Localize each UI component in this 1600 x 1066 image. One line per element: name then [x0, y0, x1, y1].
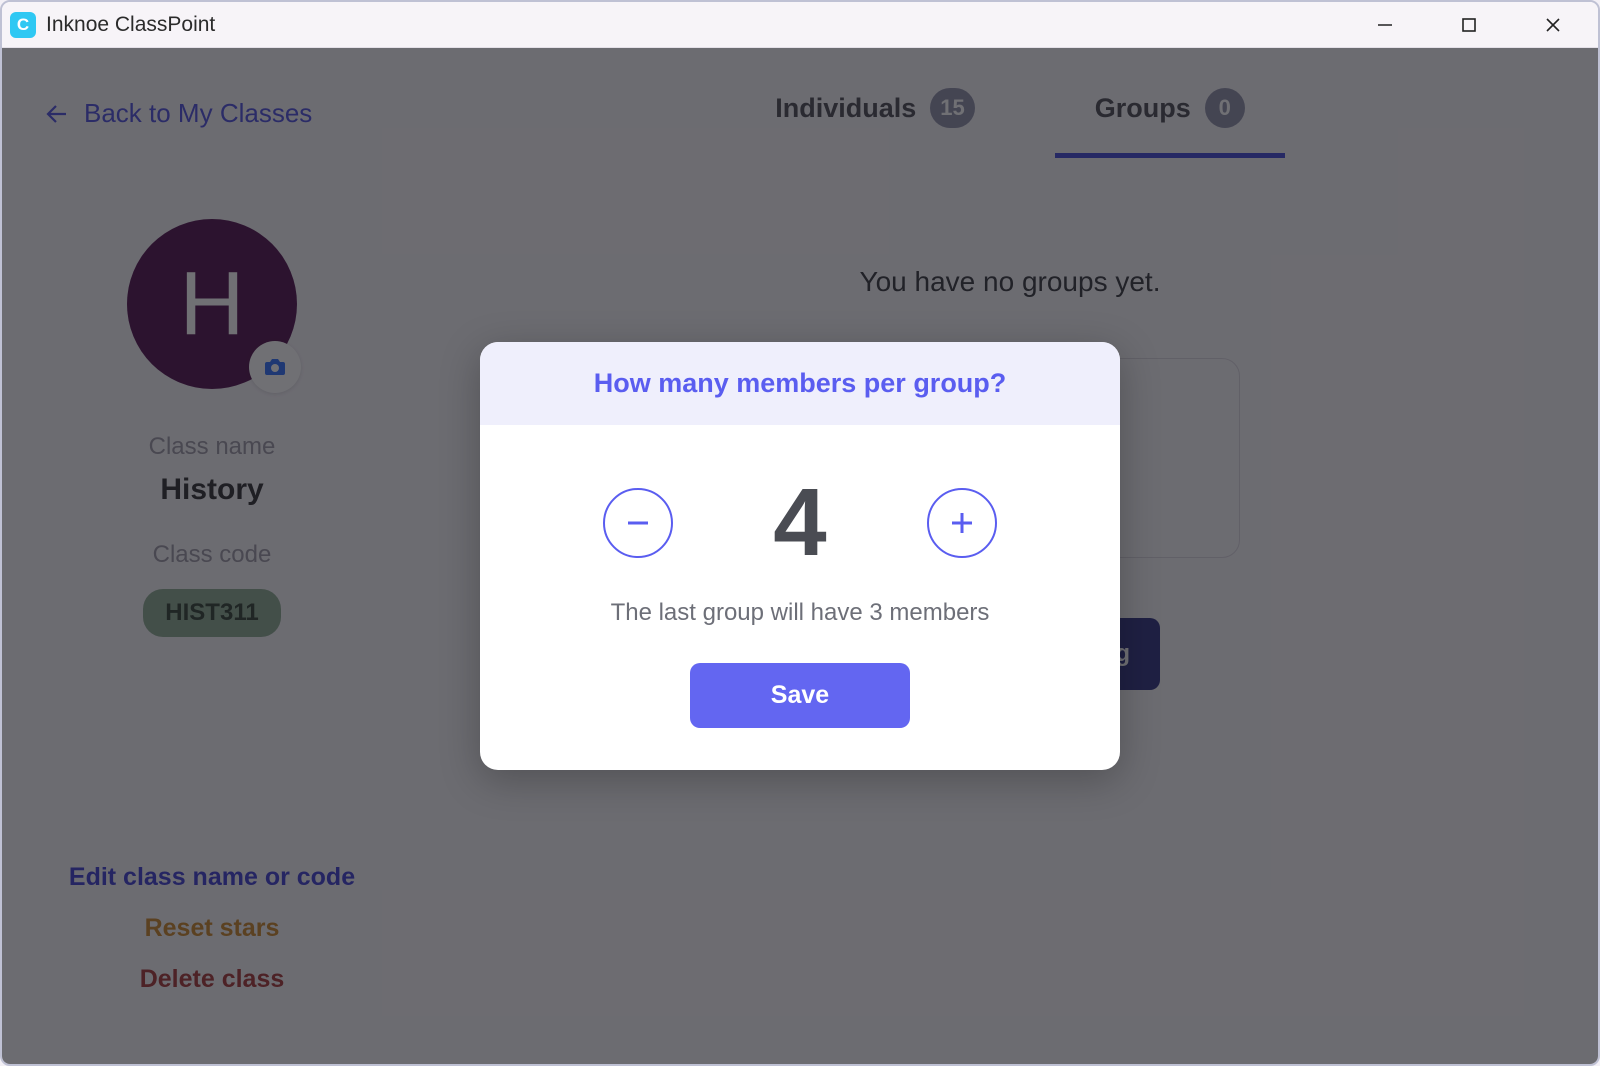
- save-button[interactable]: Save: [690, 663, 910, 728]
- app-icon: C: [10, 12, 36, 38]
- plus-icon: [947, 508, 977, 538]
- members-per-group-dialog: How many members per group? 4 The last g…: [480, 342, 1120, 770]
- close-icon: [1544, 16, 1562, 34]
- modal-overlay[interactable]: How many members per group? 4 The last g…: [2, 48, 1598, 1064]
- member-count-stepper: 4: [480, 475, 1120, 571]
- decrement-button[interactable]: [603, 488, 673, 558]
- member-count-value: 4: [773, 475, 826, 571]
- minimize-icon: [1376, 16, 1394, 34]
- titlebar: C Inknoe ClassPoint: [2, 2, 1598, 48]
- app-title: Inknoe ClassPoint: [46, 13, 215, 37]
- maximize-icon: [1460, 16, 1478, 34]
- dialog-hint: The last group will have 3 members: [480, 599, 1120, 627]
- window-close-button[interactable]: [1538, 10, 1568, 40]
- minus-icon: [623, 508, 653, 538]
- window-maximize-button[interactable]: [1454, 10, 1484, 40]
- window-minimize-button[interactable]: [1370, 10, 1400, 40]
- increment-button[interactable]: [927, 488, 997, 558]
- dialog-title: How many members per group?: [480, 342, 1120, 425]
